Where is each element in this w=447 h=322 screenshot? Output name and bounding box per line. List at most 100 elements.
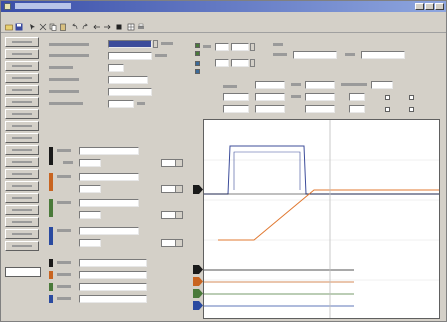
digital-marker-icon[interactable] <box>193 277 203 286</box>
row-spinner[interactable] <box>153 40 158 48</box>
channel-mode-select[interactable] <box>161 239 183 247</box>
row-value-field[interactable] <box>108 52 152 60</box>
channel-mode-select[interactable] <box>161 211 183 219</box>
sidebar-button[interactable] <box>5 169 39 179</box>
toolbar <box>1 21 446 33</box>
sidebar-button[interactable] <box>5 241 39 251</box>
channel-name-field[interactable] <box>79 147 139 155</box>
option-checkbox[interactable] <box>385 107 390 112</box>
channel-mode-select[interactable] <box>161 185 183 193</box>
channel-c-value[interactable] <box>231 59 249 67</box>
analog-marker-icon[interactable] <box>193 185 203 194</box>
sidebar-button[interactable] <box>5 217 39 227</box>
channel-name-field[interactable] <box>79 227 139 235</box>
sidebar-button[interactable] <box>5 97 39 107</box>
param-field[interactable] <box>223 105 249 113</box>
sidebar-button[interactable] <box>5 121 39 131</box>
sidebar-button[interactable] <box>5 145 39 155</box>
size-field[interactable] <box>361 51 405 59</box>
param-field[interactable] <box>349 93 365 101</box>
digital-name-field[interactable] <box>79 259 147 267</box>
sidebar-button[interactable] <box>5 37 39 47</box>
sidebar-button[interactable] <box>5 61 39 71</box>
arrow-left-icon[interactable] <box>93 23 101 31</box>
digital-marker-icon[interactable] <box>193 265 203 274</box>
option-checkbox[interactable] <box>385 95 390 100</box>
minimize-button[interactable] <box>415 3 424 10</box>
param-field[interactable] <box>255 105 285 113</box>
param-field[interactable] <box>305 105 335 113</box>
channel-color-swatch <box>49 227 53 245</box>
row-value-field[interactable] <box>108 100 134 108</box>
channel-color-swatch <box>49 199 53 217</box>
arrow-right-icon[interactable] <box>103 23 111 31</box>
channel-name-field[interactable] <box>79 173 139 181</box>
channel-a-spinner[interactable] <box>250 43 255 51</box>
row-value-field[interactable] <box>108 64 124 72</box>
digital-marker-icon[interactable] <box>193 289 203 298</box>
channel-d-checkbox[interactable] <box>195 69 200 74</box>
param-field[interactable] <box>305 93 335 101</box>
sidebar-button[interactable] <box>5 229 39 239</box>
sidebar-button[interactable] <box>5 109 39 119</box>
print-icon[interactable] <box>137 23 145 31</box>
channel-sidebar <box>5 37 41 265</box>
param-field[interactable] <box>255 81 285 89</box>
digital-name-field[interactable] <box>79 283 147 291</box>
channel-scale-field[interactable] <box>79 239 101 247</box>
channel-c-checkbox[interactable] <box>195 61 200 66</box>
channel-label <box>57 149 71 152</box>
param-field[interactable] <box>305 81 335 89</box>
row-value-field[interactable] <box>108 40 152 48</box>
waveform-display[interactable] <box>203 119 440 319</box>
save-icon[interactable] <box>15 23 23 31</box>
sidebar-button[interactable] <box>5 181 39 191</box>
name-field[interactable] <box>293 51 337 59</box>
redo-icon[interactable] <box>81 23 89 31</box>
maximize-button[interactable] <box>425 3 434 10</box>
copy-icon[interactable] <box>49 23 57 31</box>
selected-channel-field[interactable] <box>5 267 41 277</box>
undo-icon[interactable] <box>71 23 79 31</box>
channel-c-field[interactable] <box>215 59 229 67</box>
channel-scale-field[interactable] <box>79 159 101 167</box>
sidebar-button[interactable] <box>5 85 39 95</box>
size-label <box>345 53 355 56</box>
cut-icon[interactable] <box>39 23 47 31</box>
close-button[interactable] <box>435 3 444 10</box>
channel-scale-field[interactable] <box>79 211 101 219</box>
param-field[interactable] <box>223 93 249 101</box>
option-checkbox[interactable] <box>409 107 414 112</box>
unit-label <box>161 42 173 45</box>
digital-swatch <box>49 283 53 291</box>
channel-b-checkbox[interactable] <box>195 51 200 56</box>
channel-name-field[interactable] <box>79 199 139 207</box>
open-icon[interactable] <box>5 23 13 31</box>
sidebar-button[interactable] <box>5 133 39 143</box>
channel-scale-field[interactable] <box>79 185 101 193</box>
param-field[interactable] <box>255 93 285 101</box>
channel-mode-select[interactable] <box>161 159 183 167</box>
digital-swatch <box>49 271 53 279</box>
digital-marker-icon[interactable] <box>193 301 203 310</box>
digital-name-field[interactable] <box>79 295 147 303</box>
grid-icon[interactable] <box>127 23 135 31</box>
channel-a-value[interactable] <box>231 43 249 51</box>
row-value-field[interactable] <box>108 76 148 84</box>
param-field[interactable] <box>349 105 365 113</box>
row-value-field[interactable] <box>108 88 152 96</box>
sidebar-button[interactable] <box>5 205 39 215</box>
param-field[interactable] <box>371 81 393 89</box>
sidebar-button[interactable] <box>5 73 39 83</box>
channel-c-spinner[interactable] <box>250 59 255 67</box>
channel-a-field[interactable] <box>215 43 229 51</box>
sidebar-button[interactable] <box>5 193 39 203</box>
pointer-icon[interactable] <box>29 23 37 31</box>
sidebar-button[interactable] <box>5 157 39 167</box>
sidebar-button[interactable] <box>5 49 39 59</box>
option-checkbox[interactable] <box>409 95 414 100</box>
digital-name-field[interactable] <box>79 271 147 279</box>
paste-icon[interactable] <box>59 23 67 31</box>
channel-a-checkbox[interactable] <box>195 43 200 48</box>
stop-icon[interactable] <box>115 23 123 31</box>
